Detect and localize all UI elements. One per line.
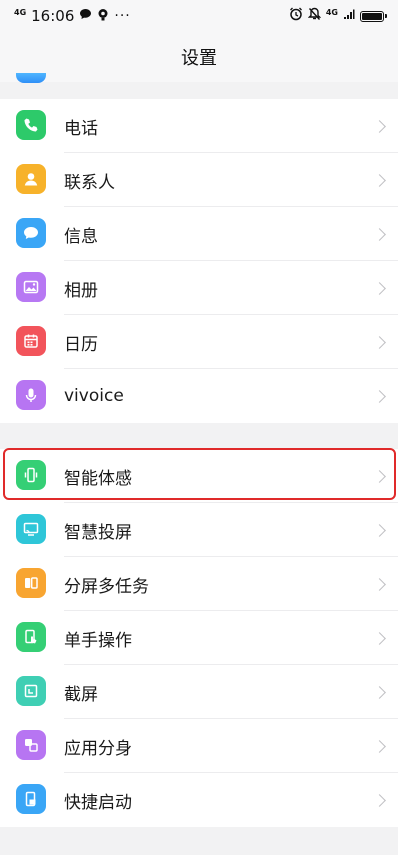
chevron-right-icon bbox=[373, 281, 386, 295]
settings-group-apps: 电话 联系人 信息 相册 日历 vivoice bbox=[0, 99, 398, 423]
mute-bell-icon bbox=[307, 7, 322, 25]
settings-item-smart-motion[interactable]: 智能体感 bbox=[0, 449, 398, 503]
settings-item-screenshot[interactable]: 截屏 bbox=[0, 665, 398, 719]
status-time: 16:06 bbox=[31, 7, 75, 25]
settings-item-app-clone[interactable]: 应用分身 bbox=[0, 719, 398, 773]
settings-item-split-screen[interactable]: 分屏多任务 bbox=[0, 557, 398, 611]
chevron-right-icon bbox=[373, 335, 386, 349]
phone-icon bbox=[16, 110, 46, 140]
settings-item-vivoice[interactable]: vivoice bbox=[0, 369, 398, 423]
settings-item-calendar[interactable]: 日历 bbox=[0, 315, 398, 369]
signal-icon bbox=[343, 8, 355, 24]
chevron-right-icon bbox=[373, 793, 386, 807]
microphone-icon bbox=[16, 380, 46, 410]
one-hand-icon bbox=[16, 622, 46, 652]
page-title: 设置 bbox=[181, 48, 217, 69]
chevron-right-icon bbox=[373, 685, 386, 699]
chevron-right-icon bbox=[373, 227, 386, 241]
battery-icon bbox=[360, 10, 387, 22]
chevron-right-icon bbox=[373, 469, 386, 483]
settings-item-album[interactable]: 相册 bbox=[0, 261, 398, 315]
screen-cast-icon bbox=[16, 514, 46, 544]
settings-item-messages[interactable]: 信息 bbox=[0, 207, 398, 261]
alarm-icon bbox=[289, 7, 303, 25]
album-icon bbox=[16, 272, 46, 302]
settings-item-screen-cast[interactable]: 智慧投屏 bbox=[0, 503, 398, 557]
settings-item-quick-launch[interactable]: 快捷启动 bbox=[0, 773, 398, 827]
settings-item-contacts[interactable]: 联系人 bbox=[0, 153, 398, 207]
bottom-spacer bbox=[0, 836, 398, 855]
chevron-right-icon bbox=[373, 739, 386, 753]
scrolled-item-icon-peek bbox=[16, 73, 46, 83]
chevron-right-icon bbox=[373, 631, 386, 645]
network-4g-indicator: 4G bbox=[14, 8, 27, 17]
page-header: 设置 bbox=[0, 32, 398, 82]
more-notifications: ··· bbox=[114, 8, 131, 24]
settings-item-phone[interactable]: 电话 bbox=[0, 99, 398, 153]
status-bar: 4G 16:06 ··· 4G bbox=[0, 0, 398, 32]
network-4g-indicator-right: 4G bbox=[325, 8, 338, 17]
settings-item-one-hand[interactable]: 单手操作 bbox=[0, 611, 398, 665]
app-clone-icon bbox=[16, 730, 46, 760]
chevron-right-icon bbox=[373, 577, 386, 591]
calendar-icon bbox=[16, 326, 46, 356]
message-icon bbox=[16, 218, 46, 248]
settings-group-features: 智能体感 智慧投屏 分屏多任务 单手操作 截屏 应用分身 快捷启动 bbox=[0, 449, 398, 827]
quick-launch-icon bbox=[16, 784, 46, 814]
phone-vibrate-icon bbox=[16, 460, 46, 490]
screenshot-icon bbox=[16, 676, 46, 706]
chevron-right-icon bbox=[373, 173, 386, 187]
chevron-right-icon bbox=[373, 119, 386, 133]
chevron-right-icon bbox=[373, 389, 386, 403]
chevron-right-icon bbox=[373, 523, 386, 537]
contact-icon bbox=[16, 164, 46, 194]
chat-bubble-icon bbox=[79, 8, 92, 24]
notification-icon bbox=[97, 8, 109, 25]
split-screen-icon bbox=[16, 568, 46, 598]
